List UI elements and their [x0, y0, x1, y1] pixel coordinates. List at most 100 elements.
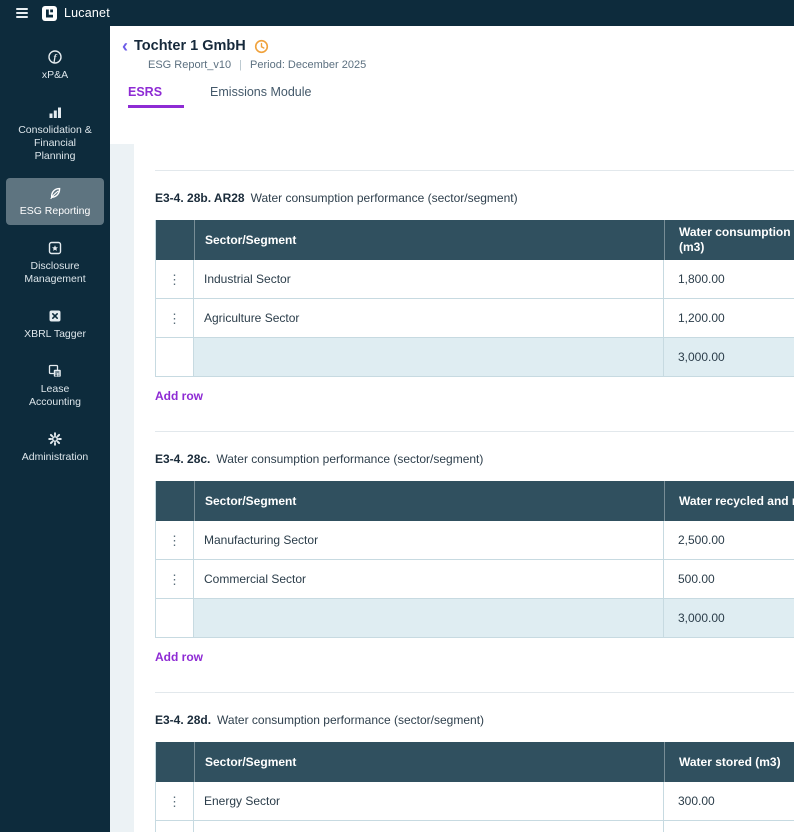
- sidebar-item-label: Disclosure Management: [15, 260, 95, 286]
- sidebar-item-esg-reporting[interactable]: ESG Reporting: [6, 178, 104, 225]
- table-header-row: Sector/Segment Water consumption in a (m…: [156, 220, 794, 260]
- value-cell[interactable]: 500.00: [664, 560, 794, 598]
- table-caption-text: Water consumption performance (sector/se…: [217, 713, 484, 727]
- sidebar-item-disclosure-management[interactable]: Disclosure Management: [6, 233, 104, 293]
- page-header: ‹ Tochter 1 GmbH ESG Report_v10 | Period…: [110, 26, 794, 71]
- xbrl-tag-icon: [47, 308, 63, 324]
- total-sector-cell: [194, 599, 664, 637]
- table-header-row: Sector/Segment Water stored (m3): [156, 742, 794, 782]
- sector-cell[interactable]: Agriculture Sector: [194, 299, 664, 337]
- sector-cell[interactable]: Energy Sector: [194, 782, 664, 820]
- kebab-menu-icon[interactable]: ⋮: [168, 273, 181, 286]
- row-menu-cell[interactable]: ⋮: [156, 299, 194, 337]
- kebab-menu-icon[interactable]: ⋮: [168, 312, 181, 325]
- sidebar-item-xbrl-tagger[interactable]: XBRL Tagger: [6, 301, 104, 348]
- sidebar-item-label: ESG Reporting: [20, 205, 91, 218]
- table-caption-text: Water consumption performance (sector/se…: [251, 191, 518, 205]
- table-row: ⋮ Commercial Sector 500.00: [156, 560, 794, 599]
- section-divider: [155, 431, 794, 432]
- kebab-menu-icon[interactable]: ⋮: [168, 573, 181, 586]
- kebab-menu-icon[interactable]: ⋮: [168, 795, 181, 808]
- add-row-button[interactable]: Add row: [155, 650, 203, 664]
- sidebar-item-lease-accounting[interactable]: Lease Accounting: [6, 356, 104, 416]
- report-name: ESG Report_v10: [148, 59, 231, 71]
- back-chevron-icon[interactable]: ‹: [122, 39, 128, 53]
- scroll-area: E3-4. 28b. AR28 Water consumption perform…: [110, 144, 794, 832]
- top-bar: Lucanet: [0, 0, 794, 26]
- table-caption-code: E3-4. 28d.: [155, 713, 211, 727]
- subtitle-separator: |: [239, 59, 242, 71]
- sector-cell[interactable]: Industrial Sector: [194, 260, 664, 298]
- content-sheet: E3-4. 28b. AR28 Water consumption perform…: [134, 144, 794, 832]
- table-caption: E3-4. 28c.Water consumption performance …: [155, 452, 794, 467]
- report-subtitle: ESG Report_v10 | Period: December 2025: [148, 59, 794, 71]
- total-sector-cell: [194, 338, 664, 376]
- header-sector-segment: Sector/Segment: [194, 742, 664, 782]
- main-content: ‹ Tochter 1 GmbH ESG Report_v10 | Period…: [110, 26, 794, 832]
- sidebar-item-xpa[interactable]: f xP&A: [6, 42, 104, 89]
- table-total-row: 3,000.00: [156, 599, 794, 638]
- row-menu-cell[interactable]: ⋮: [156, 821, 194, 832]
- header-value-line2: (m3): [679, 240, 794, 255]
- header-actions-cell: [156, 481, 194, 521]
- row-menu-cell[interactable]: ⋮: [156, 560, 194, 598]
- kebab-menu-icon[interactable]: ⋮: [168, 534, 181, 547]
- sidebar-item-label: xP&A: [42, 69, 68, 82]
- table-row: ⋮ Energy Sector 300.00: [156, 782, 794, 821]
- add-row-button[interactable]: Add row: [155, 389, 203, 403]
- value-cell[interactable]: 1,800.00: [664, 260, 794, 298]
- header-sector-segment: Sector/Segment: [194, 481, 664, 521]
- sector-cell[interactable]: Municipal Sector: [194, 821, 664, 832]
- table-header-row: Sector/Segment Water recycled and reu: [156, 481, 794, 521]
- table-caption: E3-4. 28d. Water consumption performance …: [155, 713, 794, 728]
- sidebar-item-consolidation-financial-planning[interactable]: Consolidation & Financial Planning: [6, 97, 104, 170]
- value-cell[interactable]: 1,200.00: [664, 299, 794, 337]
- table-section-28d: E3-4. 28d. Water consumption performance …: [155, 692, 794, 832]
- row-menu-cell: [156, 338, 194, 376]
- page-title: Tochter 1 GmbH: [134, 38, 246, 54]
- svg-text:f: f: [53, 53, 57, 63]
- table-caption-code: E3-4. 28b. AR28: [155, 191, 245, 205]
- sidebar-item-administration[interactable]: Administration: [6, 424, 104, 471]
- tab-bar: ESRS Emissions Module: [110, 85, 794, 108]
- sector-cell[interactable]: Manufacturing Sector: [194, 521, 664, 559]
- table-caption-text: Water consumption performance (sector/se…: [216, 452, 483, 466]
- header-value-column: Water recycled and reu: [664, 481, 794, 521]
- table-row: ⋮ Agriculture Sector 1,200.00: [156, 299, 794, 338]
- header-sector-segment: Sector/Segment: [194, 220, 664, 260]
- tab-esrs[interactable]: ESRS: [128, 85, 184, 108]
- sidebar-item-label: Administration: [22, 451, 89, 464]
- row-menu-cell: [156, 599, 194, 637]
- lucanet-logo: [42, 6, 57, 21]
- leaf-icon: [47, 185, 63, 201]
- table-row: ⋮ Municipal Sector 200.00: [156, 821, 794, 832]
- row-menu-cell[interactable]: ⋮: [156, 782, 194, 820]
- tab-emissions-module[interactable]: Emissions Module: [210, 85, 311, 108]
- sidebar-item-label: XBRL Tagger: [24, 328, 86, 341]
- value-cell[interactable]: 200.00: [664, 821, 794, 832]
- header-actions-cell: [156, 220, 194, 260]
- table-caption: E3-4. 28b. AR28 Water consumption perform…: [155, 191, 794, 206]
- lease-calculator-icon: [47, 363, 63, 379]
- value-cell[interactable]: 2,500.00: [664, 521, 794, 559]
- table-section-28c: E3-4. 28c.Water consumption performance …: [155, 431, 794, 666]
- sector-cell[interactable]: Commercial Sector: [194, 560, 664, 598]
- bar-chart-icon: [47, 104, 63, 120]
- sidebar: f xP&A Consolidation & Financial Plannin…: [0, 26, 110, 832]
- table-row: ⋮ Industrial Sector 1,800.00: [156, 260, 794, 299]
- header-value-line1: Water stored (m3): [679, 755, 794, 770]
- app-name: Lucanet: [64, 6, 110, 20]
- table-row: ⋮ Manufacturing Sector 2,500.00: [156, 521, 794, 560]
- data-table: Sector/Segment Water consumption in a (m…: [155, 220, 794, 377]
- row-menu-cell[interactable]: ⋮: [156, 521, 194, 559]
- section-divider: [155, 692, 794, 693]
- row-menu-cell[interactable]: ⋮: [156, 260, 194, 298]
- gear-icon: [47, 431, 63, 447]
- value-cell[interactable]: 300.00: [664, 782, 794, 820]
- total-value-cell: 3,000.00: [664, 599, 794, 637]
- data-table: Sector/Segment Water recycled and reu ⋮ …: [155, 481, 794, 638]
- header-value-column: Water consumption in a (m3): [664, 220, 794, 260]
- hamburger-menu-icon[interactable]: [16, 8, 28, 18]
- header-value-line1: Water recycled and reu: [679, 494, 794, 509]
- total-value-cell: 3,000.00: [664, 338, 794, 376]
